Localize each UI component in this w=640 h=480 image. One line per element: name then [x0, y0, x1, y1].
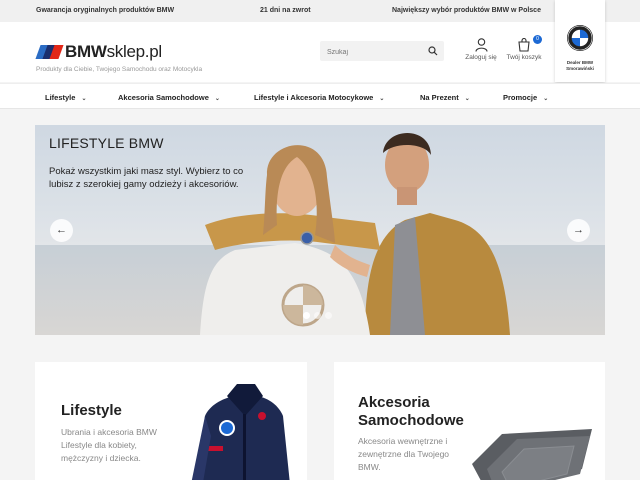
chevron-down-icon: ⌄ — [214, 96, 220, 102]
slider-prev-button[interactable]: ← — [50, 219, 73, 242]
login-button[interactable]: Zaloguj się — [462, 38, 500, 61]
cart-button[interactable]: 0 Twój koszyk — [504, 35, 544, 61]
arrow-right-icon: → — [573, 224, 584, 236]
cart-icon — [518, 38, 530, 52]
guarantee-text: Gwarancja oryginalnych produktów BMW — [36, 7, 175, 14]
hero-couple-image — [200, 133, 510, 335]
hero-text: Pokaż wszystkim jaki masz styl. Wybierz … — [49, 166, 244, 190]
dealer-text: Dealer BMW Smorawiński — [566, 60, 594, 71]
site-logo[interactable]: BMWsklep.pl — [35, 42, 162, 62]
m-stripes-icon — [35, 45, 64, 59]
slider-dots — [303, 312, 332, 319]
search-input[interactable] — [320, 42, 420, 63]
hero-slider[interactable]: LIFESTYLE BMW Pokaż wszystkim jaki masz … — [35, 125, 605, 335]
user-icon — [474, 38, 488, 52]
hero-title: LIFESTYLE BMW — [49, 135, 164, 151]
slider-dot[interactable] — [325, 312, 332, 319]
nav-item-gifts[interactable]: Na Prezent ⌄ — [420, 93, 470, 102]
nav-item-car-accessories[interactable]: Akcesoria Samochodowe ⌄ — [118, 93, 220, 102]
main-nav: Lifestyle ⌄ Akcesoria Samochodowe ⌄ Lifest… — [0, 83, 640, 109]
cart-label: Twój koszyk — [506, 54, 542, 61]
floor-mats-image — [472, 429, 592, 480]
bmw-roundel-icon — [567, 25, 593, 51]
site-tagline: Produkty dla Ciebie, Twojego Samochodu o… — [36, 66, 203, 73]
search-icon[interactable] — [428, 46, 438, 56]
nav-item-lifestyle[interactable]: Lifestyle ⌄ — [45, 93, 86, 102]
search-box — [320, 41, 444, 63]
selection-text: Największy wybór produktów BMW w Polsce — [392, 7, 541, 14]
card-text: Akcesoria wewnętrzne i zewnętrzne dla Tw… — [358, 436, 450, 472]
site-header: BMWsklep.pl Produkty dla Ciebie, Twojego… — [0, 0, 640, 82]
chevron-down-icon: ⌄ — [464, 96, 470, 102]
nav-item-motorcycle[interactable]: Lifestyle i Akcesoria Motocykowe ⌄ — [254, 93, 384, 102]
top-info-bar: Gwarancja oryginalnych produktów BMW 21 … — [0, 0, 640, 22]
cart-count-badge: 0 — [533, 35, 542, 44]
chevron-down-icon: ⌄ — [379, 96, 385, 102]
slider-next-button[interactable]: → — [567, 219, 590, 242]
returns-text: 21 dni na zwrot — [260, 7, 311, 14]
category-card-lifestyle[interactable]: Lifestyle Ubrania i akcesoria BMW Lifest… — [35, 362, 307, 480]
slider-dot[interactable] — [303, 312, 310, 319]
chevron-down-icon: ⌄ — [81, 96, 87, 102]
nav-item-promotions[interactable]: Promocje ⌄ — [503, 93, 548, 102]
arrow-left-icon: ← — [56, 224, 67, 236]
jacket-image — [191, 384, 290, 480]
card-title: Lifestyle — [61, 402, 122, 419]
category-card-car-accessories[interactable]: Akcesoria Samochodowe Akcesoria wewnętrz… — [334, 362, 605, 480]
logo-text: BMWsklep.pl — [65, 42, 162, 61]
dealer-badge[interactable]: Dealer BMW Smorawiński — [555, 0, 605, 82]
slider-dot[interactable] — [314, 312, 321, 319]
login-label: Zaloguj się — [465, 54, 497, 61]
card-text: Ubrania i akcesoria BMW Lifestyle dla ko… — [61, 427, 157, 463]
chevron-down-icon: ⌄ — [543, 96, 549, 102]
